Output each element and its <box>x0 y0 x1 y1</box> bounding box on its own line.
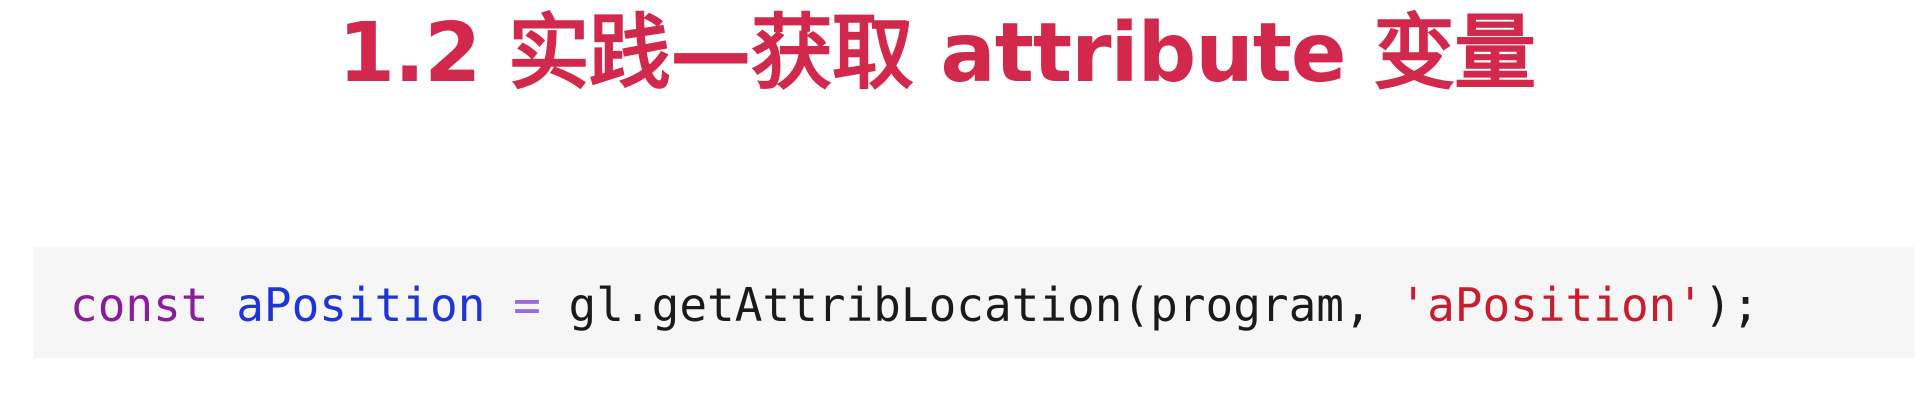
code-closing: ); <box>1704 278 1760 332</box>
code-keyword: const <box>70 278 209 332</box>
code-variable: aPosition <box>236 278 486 332</box>
code-string-literal: 'aPosition' <box>1399 278 1705 332</box>
code-line: const aPosition = gl.getAttribLocation(p… <box>70 275 1759 335</box>
slide-title: 1.2 实践—获取 attribute 变量 <box>338 6 1536 101</box>
code-function-call: gl.getAttribLocation(program, <box>568 278 1400 332</box>
code-block: const aPosition = gl.getAttribLocation(p… <box>34 247 1915 358</box>
code-operator: = <box>513 278 541 332</box>
